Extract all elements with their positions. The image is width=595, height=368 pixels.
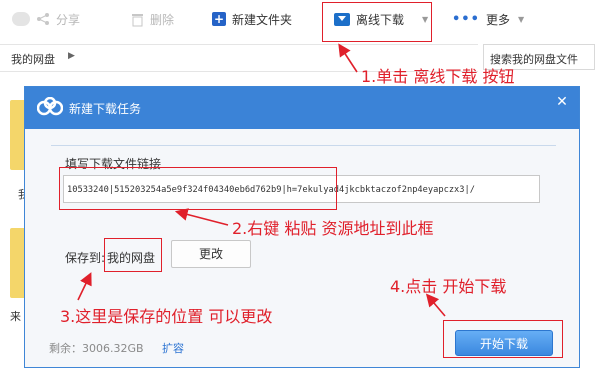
arrow-step1 (338, 43, 358, 73)
arrow-step4 (425, 293, 446, 317)
annotation-step4: 4.点击 开始下载 (390, 277, 507, 296)
arrow-step3 (77, 272, 92, 301)
annotation-step3: 3.这里是保存的位置 可以更改 (60, 307, 273, 326)
annotation-step1: 1.单击 离线下载 按钮 (361, 67, 515, 86)
annotation-step2: 2.右键 粘贴 资源地址到此框 (232, 219, 434, 238)
arrow-step2 (174, 208, 229, 226)
